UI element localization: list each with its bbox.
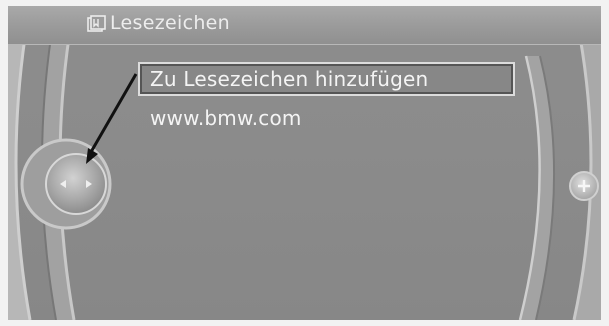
idrive-screen: Lesezeichen Zu Lesezeichen hinzufügen ww… bbox=[8, 6, 601, 320]
controller-overlay bbox=[20, 73, 599, 230]
pointer-arrow bbox=[86, 73, 138, 164]
controller-knob-icon[interactable] bbox=[20, 138, 112, 230]
plus-icon[interactable] bbox=[569, 171, 599, 201]
